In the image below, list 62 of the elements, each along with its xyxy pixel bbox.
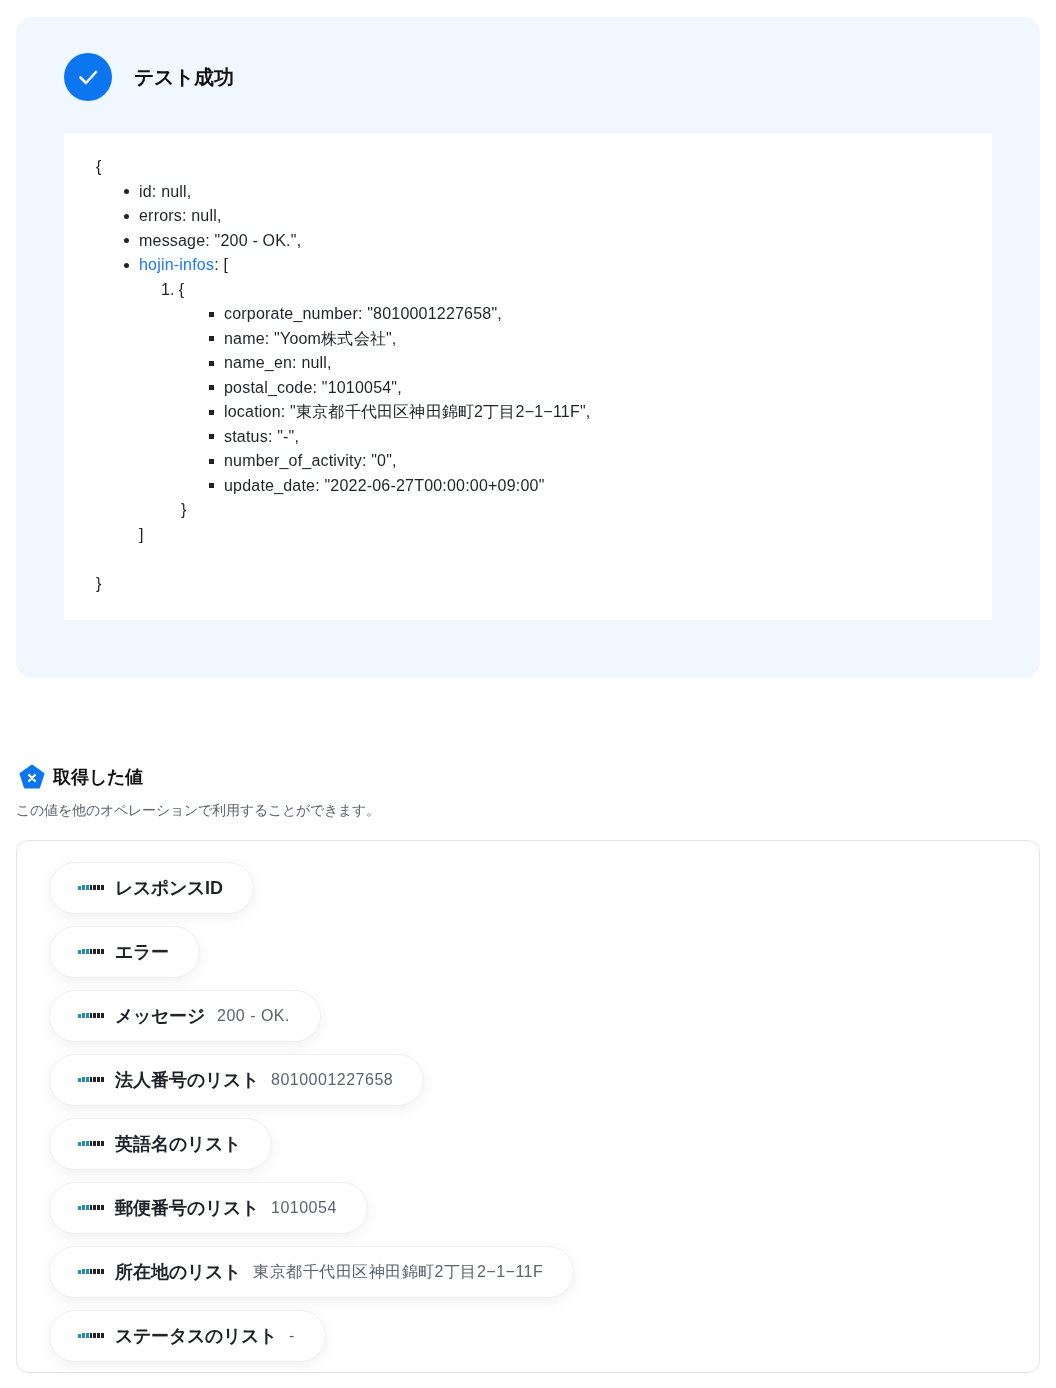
value-label: 所在地のリスト: [115, 1261, 241, 1284]
section-title: 取得した値: [53, 766, 143, 789]
bullet-icon: [124, 213, 129, 219]
code-text: number_of_activity: "0",: [224, 451, 397, 471]
output-value-chip[interactable]: 英語名のリスト: [49, 1118, 272, 1170]
value-label: 郵便番号のリスト: [115, 1197, 259, 1220]
result-title: テスト成功: [134, 64, 234, 90]
code-text: errors: null,: [139, 206, 222, 226]
code-text: id: null,: [139, 181, 192, 202]
bullet-icon: [209, 336, 214, 342]
output-value-chip[interactable]: レスポンスID: [49, 862, 254, 914]
logo-icon: [78, 1204, 104, 1212]
bullet-icon: [124, 189, 129, 195]
logo-icon: [78, 1012, 104, 1020]
output-value-chip[interactable]: ステータスのリスト -: [49, 1310, 326, 1362]
value-text: -: [289, 1327, 295, 1345]
code-link[interactable]: hojin-infos: [139, 253, 215, 278]
bullet-icon: [209, 360, 214, 366]
logo-icon: [78, 948, 104, 956]
bullet-icon: [209, 385, 214, 391]
value-text: 8010001227658: [271, 1071, 394, 1089]
code-text: : [: [214, 255, 229, 275]
bullet-icon: [209, 483, 214, 489]
value-text: 200 - OK.: [217, 1007, 290, 1025]
bullet-icon: [124, 262, 129, 268]
code-text: }: [181, 500, 187, 520]
output-value-chip[interactable]: 法人番号のリスト 8010001227658: [49, 1054, 425, 1106]
code-text: status: "-",: [224, 426, 300, 447]
section-description: この値を他のオペレーションで利用することができます。: [16, 802, 381, 820]
bullet-icon: [209, 458, 214, 464]
logo-icon: [78, 1332, 104, 1340]
output-value-chip[interactable]: 所在地のリスト 東京都千代田区神田錦町2丁目2−1−11F: [49, 1246, 575, 1298]
code-text: corporate_number: "8010001227658",: [224, 304, 502, 324]
bullet-icon: [209, 434, 214, 440]
bullet-icon: [209, 409, 214, 415]
logo-icon: [78, 1140, 104, 1148]
code-text: update_date: "2022-06-27T00:00:00+09:00": [224, 475, 545, 496]
app-icon: [19, 764, 45, 790]
output-value-chip[interactable]: エラー: [49, 926, 200, 978]
logo-icon: [78, 884, 104, 892]
code-text: }: [96, 573, 102, 594]
code-text: name_en: null,: [224, 353, 332, 373]
code-text: location: "東京都千代田区神田錦町2丁目2−1−11F",: [224, 402, 591, 422]
list-number: 1.: [161, 279, 175, 300]
bullet-icon: [124, 238, 129, 244]
output-value-chip[interactable]: メッセージ 200 - OK.: [49, 990, 321, 1042]
logo-icon: [78, 1076, 104, 1084]
value-label: ステータスのリスト: [115, 1325, 277, 1348]
output-value-chip[interactable]: 郵便番号のリスト 1010054: [49, 1182, 368, 1234]
check-icon: [64, 53, 112, 101]
code-text: {: [178, 279, 185, 300]
code-text: ]: [139, 524, 144, 545]
bullet-icon: [209, 311, 214, 317]
code-text: {: [96, 157, 102, 177]
logo-icon: [78, 1268, 104, 1276]
value-text: 東京都千代田区神田錦町2丁目2−1−11F: [253, 1261, 544, 1282]
code-text: name: "Yoom株式会社",: [224, 328, 397, 349]
code-text: postal_code: "1010054",: [224, 377, 402, 398]
value-label: 法人番号のリスト: [115, 1069, 259, 1092]
value-text: 1010054: [271, 1199, 337, 1217]
value-label: メッセージ: [115, 1005, 205, 1028]
code-text: message: "200 - OK.",: [139, 230, 302, 251]
